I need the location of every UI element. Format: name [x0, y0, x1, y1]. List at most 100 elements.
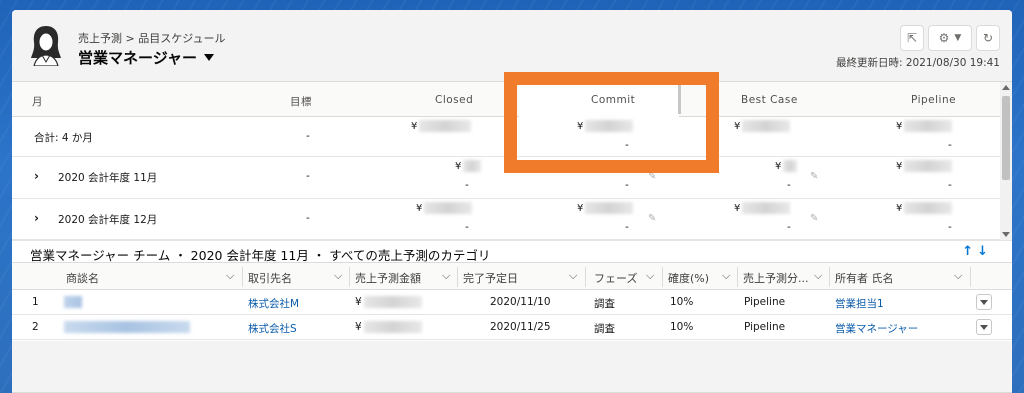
edit-pencil-icon[interactable]: ✎	[648, 171, 656, 182]
breadcrumb[interactable]: 売上予測 > 品目スケジュール	[78, 30, 225, 46]
th-opportunity-name[interactable]: 商談名	[66, 270, 99, 286]
th-close-date[interactable]: 完了予定日	[463, 270, 518, 286]
target-value: -	[306, 130, 310, 142]
user-avatar-icon	[31, 26, 61, 66]
commit-sub: -	[625, 221, 629, 233]
th-account-name[interactable]: 取引先名	[248, 270, 292, 286]
column-divider	[585, 267, 586, 287]
th-owner-name[interactable]: 所有者 氏名	[835, 270, 894, 286]
closed-sub: -	[465, 179, 469, 191]
column-divider	[970, 267, 971, 287]
amount-value: ¥	[355, 321, 362, 333]
redacted-opportunity-link[interactable]	[64, 321, 190, 333]
redacted-amount	[463, 160, 481, 172]
pipeline-value: ¥	[896, 161, 903, 172]
col-month[interactable]: 月	[32, 94, 43, 109]
best-case-value: ¥	[775, 161, 782, 172]
amount-value: ¥	[355, 296, 362, 308]
best-case-sub: -	[787, 221, 791, 233]
redacted-amount	[742, 120, 790, 132]
redacted-amount	[364, 321, 422, 333]
chevron-right-icon[interactable]: ›	[34, 169, 39, 183]
commit-sub: -	[625, 139, 629, 151]
pipeline-sub: -	[948, 221, 952, 233]
chevron-down-icon[interactable]: ⌵	[646, 269, 654, 283]
share-button[interactable]: ⇱	[900, 25, 924, 51]
column-divider	[349, 267, 350, 287]
th-probability[interactable]: 確度(%)	[668, 270, 709, 286]
column-divider	[829, 267, 830, 287]
chevron-down-icon[interactable]: ⌵	[954, 269, 962, 283]
redacted-amount	[904, 202, 952, 214]
redacted-amount	[742, 202, 790, 214]
forecast-row-nov[interactable]: › 2020 会計年度 11月 - ¥ - - ✎ ¥ - ✎ ¥ -	[12, 157, 1000, 199]
edit-pencil-icon[interactable]: ✎	[810, 171, 818, 182]
col-pipeline[interactable]: Pipeline	[911, 94, 956, 106]
best-case-sub: -	[787, 179, 791, 191]
commit-sub: -	[625, 179, 629, 191]
chevron-right-icon[interactable]: ›	[34, 211, 39, 225]
col-best-case[interactable]: Best Case	[741, 94, 798, 106]
commit-value: ¥	[577, 121, 584, 132]
th-forecast-category[interactable]: 売上予測分...	[743, 270, 809, 286]
account-link[interactable]: 株式会社S	[248, 321, 297, 336]
row-number: 1	[32, 296, 39, 308]
table-row[interactable]: 2 株式会社S ¥ 2020/11/25 調査 10% Pipeline 営業マ…	[12, 315, 1012, 340]
redacted-amount	[904, 160, 952, 172]
col-target[interactable]: 目標	[290, 94, 312, 109]
th-phase[interactable]: フェーズ	[594, 270, 637, 286]
forecast-column-header: 月 目標 Closed Best Case Pipeline	[12, 82, 1012, 117]
owner-link[interactable]: 営業担当1	[835, 296, 884, 311]
scroll-thumb[interactable]	[1002, 96, 1010, 180]
page-title[interactable]: 営業マネージャー	[78, 47, 197, 68]
col-commit[interactable]: Commit	[591, 94, 635, 106]
redacted-amount	[783, 160, 797, 172]
pipeline-sub: -	[948, 179, 952, 191]
forecast-category: Pipeline	[744, 321, 786, 333]
phase: 調査	[594, 298, 615, 310]
col-commit-cell[interactable]: Commit	[519, 82, 681, 117]
probability: 10%	[670, 321, 694, 333]
scroll-up-icon[interactable]	[1002, 85, 1010, 90]
forecast-card: 売上予測 > 品目スケジュール 営業マネージャー ⇱ ⚙ ▼ ↻ 最終更新日時:…	[12, 10, 1012, 393]
pipeline-sub: -	[948, 139, 952, 151]
row-label: 合計: 4 か月	[34, 132, 93, 144]
settings-menu-button[interactable]: ⚙ ▼	[928, 25, 972, 51]
column-divider	[662, 267, 663, 287]
table-row[interactable]: 1 株式会社M ¥ 2020/11/10 調査 10% Pipeline 営業担…	[12, 290, 1012, 315]
row-actions-button[interactable]	[976, 294, 992, 310]
refresh-button[interactable]: ↻	[976, 25, 1000, 51]
edit-pencil-icon[interactable]: ✎	[810, 213, 818, 224]
close-date: 2020/11/10	[490, 296, 551, 308]
share-icon: ⇱	[906, 31, 918, 45]
closed-value: ¥	[416, 203, 423, 214]
redacted-amount	[585, 202, 633, 214]
scroll-down-icon[interactable]	[1002, 232, 1010, 237]
col-closed[interactable]: Closed	[435, 94, 473, 106]
th-forecast-amount[interactable]: 売上予測金額	[355, 270, 421, 286]
pipeline-value: ¥	[896, 121, 903, 132]
closed-sub: -	[465, 221, 469, 233]
redacted-opportunity-link[interactable]	[64, 296, 82, 308]
forecast-scrollbar[interactable]	[1000, 82, 1012, 240]
chevron-down-icon[interactable]: ⌵	[722, 269, 730, 283]
account-link[interactable]: 株式会社M	[248, 296, 299, 311]
sort-arrows-icon[interactable]: ↑↓	[962, 244, 992, 259]
chevron-down-icon[interactable]: ⌵	[569, 269, 577, 283]
row-actions-button[interactable]	[976, 319, 992, 335]
column-resize-handle[interactable]	[678, 84, 681, 114]
redacted-amount	[585, 120, 633, 132]
owner-link[interactable]: 営業マネージャー	[835, 321, 918, 336]
chevron-down-icon[interactable]: ⌵	[442, 269, 450, 283]
forecast-row-total[interactable]: 合計: 4 か月 - ¥ ¥ - ¥ ¥ -	[12, 117, 1000, 157]
title-dropdown-icon[interactable]	[204, 54, 214, 61]
forecast-category: Pipeline	[744, 296, 786, 308]
chevron-down-icon[interactable]: ⌵	[334, 269, 342, 283]
empty-table-area	[12, 341, 1012, 393]
edit-pencil-icon[interactable]: ✎	[648, 213, 656, 224]
chevron-down-icon[interactable]: ⌵	[814, 269, 822, 283]
page-header: 売上予測 > 品目スケジュール 営業マネージャー ⇱ ⚙ ▼ ↻ 最終更新日時:…	[12, 10, 1012, 82]
chevron-down-icon[interactable]: ⌵	[226, 269, 234, 283]
opportunity-panel-header: 営業マネージャー チーム ・ 2020 会計年度 11月 ・ すべての売上予測の…	[12, 240, 1012, 263]
forecast-row-dec[interactable]: › 2020 会計年度 12月 - ¥ - ¥ - ✎ ¥ - ✎ ¥ -	[12, 199, 1000, 240]
